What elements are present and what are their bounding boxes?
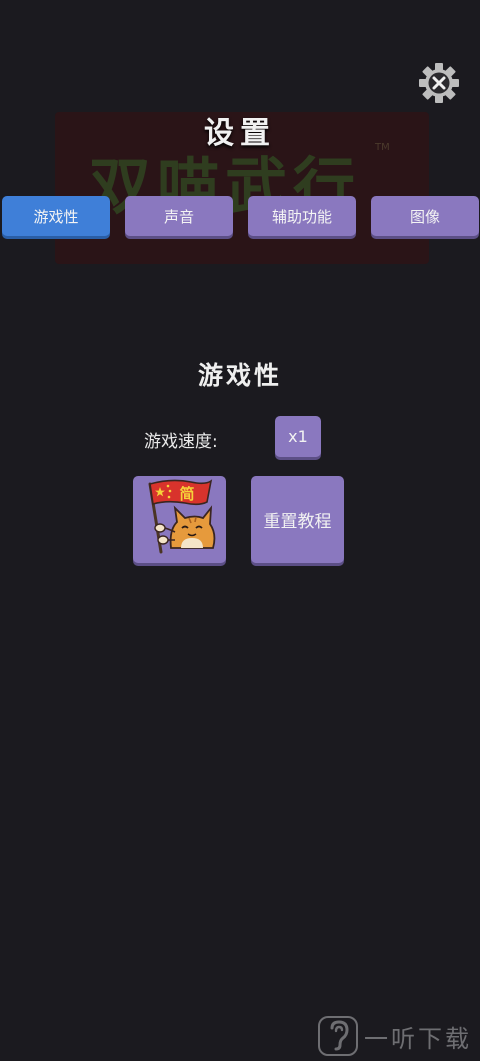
ear-logo-icon (318, 1016, 358, 1056)
tab-graphics[interactable]: 图像 (371, 196, 479, 236)
tab-sound[interactable]: 声音 (125, 196, 233, 236)
reset-tutorial-button[interactable]: 重置教程 (251, 476, 344, 563)
settings-tabs: 游戏性 声音 辅助功能 图像 (0, 196, 480, 238)
watermark-text: 一听下载 (364, 1024, 472, 1053)
language-flag-text: 简 (179, 485, 194, 503)
page-title: 设置 (204, 116, 276, 151)
language-button[interactable]: 简 (133, 476, 226, 563)
game-speed-button[interactable]: x1 (275, 416, 321, 457)
section-title: 游戏性 (197, 361, 282, 390)
close-gear-icon (419, 63, 459, 103)
cat-with-flag-icon: 简 (148, 479, 216, 554)
game-speed-label: 游戏速度: (144, 432, 218, 452)
tab-gameplay[interactable]: 游戏性 (2, 196, 110, 236)
close-button[interactable] (418, 62, 460, 104)
watermark: 一听下载 (318, 1014, 472, 1058)
tab-accessibility[interactable]: 辅助功能 (248, 196, 356, 236)
